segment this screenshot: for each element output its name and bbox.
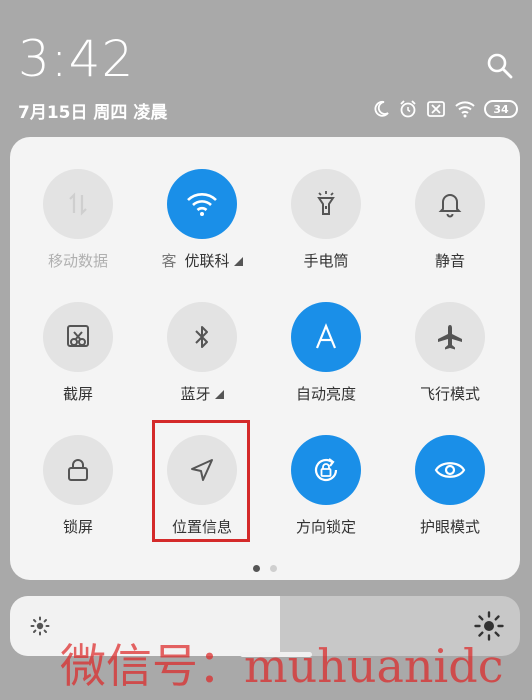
no-sim-icon [426, 100, 446, 118]
search-icon[interactable] [486, 52, 514, 80]
tile-bluetooth[interactable]: 蓝牙 [137, 302, 267, 404]
tile-label: 锁屏 [62, 518, 93, 536]
flashlight-icon [291, 169, 361, 239]
wifi-icon [167, 169, 237, 239]
lock-icon [43, 435, 113, 505]
tile-label: 截屏 [62, 385, 93, 403]
status-icons: 34 [372, 98, 518, 120]
airplane-icon [415, 302, 485, 372]
tile-lock-screen[interactable]: 锁屏 [13, 435, 143, 537]
tile-label: 静音 [434, 252, 465, 270]
tile-mobile-data[interactable]: 移动数据 [13, 169, 143, 271]
menu-triangle-icon[interactable] [214, 390, 224, 399]
tile-wifi[interactable]: 客优联科 [137, 169, 267, 271]
quick-settings-panel: 移动数据 客优联科 手电筒 静音 截屏 蓝牙 自动亮度 飞行模式 锁屏 位置信息… [10, 137, 520, 580]
tile-label: 飞行模式 [419, 385, 480, 403]
tile-flashlight[interactable]: 手电筒 [261, 169, 391, 271]
tile-label: 自动亮度 [295, 385, 356, 403]
tile-label-text: 优联科 [184, 252, 230, 270]
page-dot-active[interactable] [253, 565, 260, 572]
sun-small-icon [30, 616, 50, 640]
highlight-box [152, 420, 250, 542]
page-dot[interactable] [270, 565, 277, 572]
bell-icon [415, 169, 485, 239]
tile-eye-care[interactable]: 护眼模式 [385, 435, 515, 537]
page-indicator [10, 565, 520, 572]
tile-airplane[interactable]: 飞行模式 [385, 302, 515, 404]
tile-label: 方向锁定 [295, 518, 356, 536]
tile-label-text: 蓝牙 [180, 385, 211, 403]
tile-label: 手电筒 [303, 252, 349, 270]
tile-label: 客优联科 [137, 251, 267, 271]
tile-rotation-lock[interactable]: 方向锁定 [261, 435, 391, 537]
battery-icon: 34 [484, 100, 518, 118]
wifi-icon [454, 100, 476, 118]
tile-label: 移动数据 [47, 252, 108, 270]
tile-label: 护眼模式 [419, 518, 480, 536]
mobile-data-icon [43, 169, 113, 239]
menu-triangle-icon[interactable] [233, 257, 243, 266]
moon-icon [372, 100, 390, 118]
tile-screenshot[interactable]: 截屏 [13, 302, 143, 404]
tile-label-prefix: 客 [161, 252, 177, 270]
tile-label: 蓝牙 [137, 384, 267, 404]
date-label: 7月15日 周四 凌晨 [18, 103, 168, 123]
clock-time: 3:42 [18, 30, 135, 88]
alarm-icon [398, 99, 418, 119]
watermark-text: 微信号：muhuanidc [60, 639, 504, 693]
tile-auto-brightness[interactable]: 自动亮度 [261, 302, 391, 404]
bluetooth-icon [167, 302, 237, 372]
auto-brightness-icon [291, 302, 361, 372]
screenshot-icon [43, 302, 113, 372]
tile-silent[interactable]: 静音 [385, 169, 515, 271]
eye-icon [415, 435, 485, 505]
rotation-lock-icon [291, 435, 361, 505]
